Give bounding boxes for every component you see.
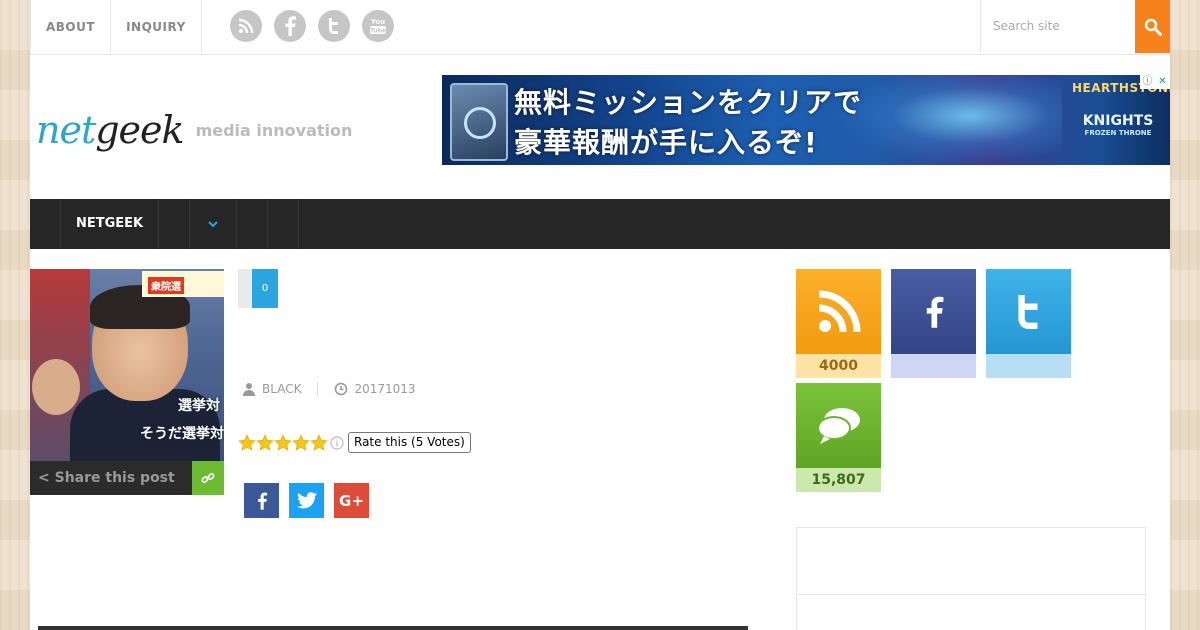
post-date: 20171013 (354, 382, 416, 396)
svg-text:i: i (336, 439, 339, 449)
top-nav-inquiry[interactable]: INQUIRY (111, 0, 202, 54)
main-nav-dropdown[interactable] (190, 199, 238, 249)
google-plus-icon: G+ (339, 491, 364, 510)
main-nav-home-slot[interactable] (30, 199, 61, 249)
star-icon[interactable] (310, 433, 328, 452)
search-form (980, 0, 1170, 54)
top-nav: ABOUT INQUIRY (30, 0, 202, 54)
sidebar-widget-box (796, 527, 1146, 630)
permalink-button[interactable] (192, 461, 224, 495)
thumbnail-tag: 衆院選 (148, 277, 184, 294)
rss-icon[interactable] (230, 10, 262, 42)
user-icon (242, 382, 256, 396)
post-rating[interactable]: i Rate this (5 Votes) (238, 432, 471, 453)
ad-banner[interactable]: 無料ミッションをクリアで 豪華報酬が手に入るぞ! HEARTHSTONE KNI… (442, 75, 1170, 165)
ad-choices: ⓘ ✕ (1140, 75, 1170, 89)
facebook-icon (257, 492, 267, 510)
ad-brand-logo: HEARTHSTONE KNIGHTS FROZEN THRONE (1072, 81, 1170, 137)
twitter-share-button[interactable] (289, 483, 324, 518)
facebook-share-button[interactable] (244, 483, 279, 518)
main-nav: NETGEEK (30, 199, 1170, 249)
thumbnail-caption: 選挙対 (178, 398, 220, 414)
ad-hero-image (832, 75, 1062, 165)
comments-count: 15,807 (796, 468, 881, 492)
top-social-links: You Tube (230, 10, 394, 42)
svg-text:You: You (370, 18, 385, 26)
site-logo[interactable]: netgeek media innovation (36, 100, 352, 160)
rss-count: 4000 (796, 354, 881, 378)
search-input[interactable] (980, 0, 1135, 52)
facebook-widget[interactable] (891, 269, 976, 378)
twitter-icon (1017, 294, 1037, 329)
twitter-icon[interactable] (318, 10, 350, 42)
rss-widget[interactable]: 4000 (796, 269, 881, 378)
search-button[interactable] (1135, 0, 1170, 53)
logo-wordmark: netgeek (36, 108, 185, 152)
star-icon[interactable] (238, 433, 256, 452)
main-nav-item-empty[interactable] (159, 199, 191, 249)
twitter-widget[interactable] (986, 269, 1071, 378)
post-main-image (38, 626, 748, 630)
google-plus-share-button[interactable]: G+ (334, 483, 369, 518)
star-icon[interactable] (274, 433, 292, 452)
clock-icon (334, 382, 348, 396)
star-icon[interactable] (256, 433, 274, 452)
post-thumbnail[interactable]: 衆院選 選挙対 そうだ選挙対 (30, 269, 224, 461)
share-buttons: G+ (244, 483, 369, 518)
facebook-icon[interactable] (274, 10, 306, 42)
facebook-count (891, 354, 976, 378)
top-bar: ABOUT INQUIRY You Tube (30, 0, 1170, 55)
info-icon[interactable]: ⓘ (1140, 75, 1155, 89)
site-tagline: media innovation (195, 120, 353, 140)
svg-text:Tube: Tube (370, 28, 386, 35)
info-icon[interactable]: i (328, 434, 346, 452)
facebook-icon (926, 296, 943, 328)
rating-tooltip: Rate this (5 Votes) (348, 432, 471, 453)
twitter-count (986, 354, 1071, 378)
ad-text-line2: 豪華報酬が手に入るぞ! (514, 126, 818, 159)
twitter-icon (296, 492, 317, 509)
search-icon (1144, 18, 1162, 36)
top-nav-about[interactable]: ABOUT (30, 0, 112, 54)
main-nav-item-empty[interactable] (237, 199, 269, 249)
comments-icon (816, 407, 860, 444)
page: ABOUT INQUIRY You Tube netgeek (30, 0, 1170, 630)
youtube-icon[interactable]: You Tube (362, 10, 394, 42)
main-nav-item-empty[interactable] (268, 199, 300, 249)
share-this-post-bar[interactable]: < Share this post (30, 461, 224, 495)
share-count: 0 (252, 269, 278, 308)
chevron-down-icon (208, 220, 218, 227)
close-icon[interactable]: ✕ (1155, 75, 1170, 89)
post-author[interactable]: BLACK (262, 382, 301, 396)
post-meta: BLACK 20171013 (242, 382, 416, 396)
ad-text-line1: 無料ミッションをクリアで (514, 86, 863, 119)
main-nav-netgeek[interactable]: NETGEEK (61, 199, 160, 249)
share-counter[interactable]: 0 (238, 269, 278, 308)
share-icon: < (38, 470, 50, 486)
link-icon (201, 472, 215, 484)
star-icon[interactable] (292, 433, 310, 452)
comments-widget[interactable]: 15,807 (796, 383, 881, 492)
rss-icon (818, 290, 860, 332)
ad-card-image (450, 83, 508, 161)
thumbnail-caption: そうだ選挙対 (140, 426, 224, 442)
